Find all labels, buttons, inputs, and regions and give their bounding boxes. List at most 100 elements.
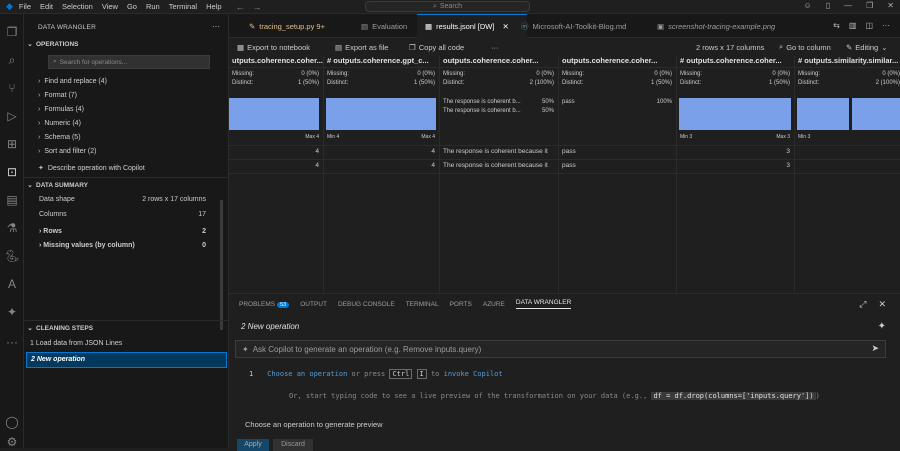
- tab-output[interactable]: OUTPUT: [300, 301, 327, 308]
- grid-column[interactable]: utputs.coherence.coher... Missing: 0 (0%)…: [229, 56, 324, 306]
- copy-code-button[interactable]: ❐ Copy all code: [409, 43, 464, 52]
- table-cell[interactable]: 4: [431, 162, 435, 169]
- column-header[interactable]: outputs.coherence.coher...: [440, 56, 558, 68]
- menu-selection[interactable]: Selection: [62, 2, 93, 11]
- sidebar-more-icon[interactable]: ···: [212, 22, 220, 31]
- operation-sort-filter[interactable]: › Sort and filter (2): [38, 148, 96, 155]
- azure-icon[interactable]: A: [4, 276, 20, 292]
- column-header[interactable]: # outputs.similarity.similar...: [795, 56, 900, 68]
- operation-find-replace[interactable]: › Find and replace (4): [38, 78, 107, 85]
- command-center-search[interactable]: ⌕ Search: [365, 1, 530, 12]
- menu-terminal[interactable]: Terminal: [169, 2, 197, 11]
- cleaning-step-load[interactable]: 1 Load data from JSON Lines: [30, 340, 122, 347]
- remote-icon[interactable]: ▤: [4, 192, 20, 208]
- search-icon[interactable]: ⌕: [4, 52, 20, 68]
- table-cell[interactable]: The response is coherent because it: [443, 148, 548, 155]
- tab-problems[interactable]: PROBLEMS 53: [239, 301, 290, 308]
- operation-format[interactable]: › Format (7): [38, 92, 77, 99]
- table-cell[interactable]: 4: [315, 148, 319, 155]
- table-cell[interactable]: 3: [786, 162, 790, 169]
- tab-blog-md[interactable]: ⓜ Microsoft-AI-Toolkit-Blog.md: [513, 14, 653, 38]
- ai-toolkit-icon[interactable]: ✦: [4, 304, 20, 320]
- tab-screenshot-png[interactable]: ▣ screenshot-tracing-example.png: [649, 14, 797, 38]
- operation-formulas[interactable]: › Formulas (4): [38, 106, 84, 113]
- code-line-1[interactable]: 1 Choose an operation or press Ctrl I to …: [249, 369, 503, 379]
- back-arrow-icon[interactable]: ←: [236, 2, 245, 12]
- split-editor-icon[interactable]: ◫: [865, 21, 873, 30]
- discard-button[interactable]: Discard: [273, 439, 313, 451]
- maximize-panel-icon[interactable]: ⤢: [859, 299, 866, 310]
- export-file-button[interactable]: ▤ Export as file: [335, 43, 388, 52]
- close-icon[interactable]: ✕: [887, 1, 894, 10]
- restore-icon[interactable]: ❐: [866, 1, 873, 10]
- tab-ports[interactable]: PORTS: [450, 301, 472, 308]
- minimize-icon[interactable]: —: [844, 1, 852, 10]
- copilot-sparkle-icon[interactable]: ✦: [878, 321, 886, 332]
- send-icon[interactable]: ➤: [871, 343, 879, 354]
- testing-icon[interactable]: ⚗: [4, 220, 20, 236]
- table-cell[interactable]: pass: [562, 162, 576, 169]
- grid-column[interactable]: # outputs.coherence.gpt_c... Missing: 0 (…: [324, 56, 440, 306]
- close-icon[interactable]: ✕: [502, 22, 508, 31]
- export-notebook-button[interactable]: ▦ Export to notebook: [237, 43, 310, 52]
- data-wrangler-icon[interactable]: ⊡: [4, 164, 20, 180]
- cleaning-step-selected[interactable]: 2 New operation: [26, 352, 227, 368]
- more-actions-icon[interactable]: ···: [882, 21, 890, 30]
- extensions-icon[interactable]: ⊞: [4, 136, 20, 152]
- more-icon[interactable]: ···: [4, 334, 20, 350]
- column-header[interactable]: # outputs.coherence.coher...: [677, 56, 794, 68]
- copilot-icon[interactable]: ☺: [804, 1, 812, 10]
- menu-edit[interactable]: Edit: [40, 2, 53, 11]
- source-control-icon[interactable]: ⑂: [4, 80, 20, 96]
- table-cell[interactable]: The response is coherent because it: [443, 162, 548, 169]
- cleaning-steps-section-header[interactable]: ⌄ CLEANING STEPS: [24, 324, 229, 332]
- menu-go[interactable]: Go: [127, 2, 137, 11]
- data-summary-section-header[interactable]: ⌄ DATA SUMMARY: [24, 181, 229, 189]
- tab-data-wrangler[interactable]: DATA WRANGLER: [515, 299, 572, 309]
- menu-view[interactable]: View: [102, 2, 118, 11]
- operation-numeric[interactable]: › Numeric (4): [38, 120, 81, 127]
- panel-toggle-icon[interactable]: ▥: [849, 21, 857, 30]
- rows-row[interactable]: › Rows 2: [39, 228, 206, 235]
- editing-mode-dropdown[interactable]: ✎ Editing ⌄: [846, 43, 888, 52]
- table-cell[interactable]: 4: [315, 162, 319, 169]
- copilot-prompt-input[interactable]: ✦ Ask Copilot to generate an operation (…: [235, 340, 886, 358]
- tab-debug-console[interactable]: DEBUG CONSOLE: [338, 301, 395, 308]
- python-icon[interactable]: 🐍︎: [4, 248, 20, 264]
- sidebar-scrollbar[interactable]: [220, 200, 223, 330]
- grid-column[interactable]: outputs.coherence.coher... Missing: 0 (0%…: [440, 56, 559, 306]
- section-divider: [24, 320, 229, 321]
- describe-operation-copilot[interactable]: ✦ Describe operation with Copilot: [38, 164, 145, 172]
- tab-terminal[interactable]: TERMINAL: [406, 301, 439, 308]
- menu-file[interactable]: File: [19, 2, 31, 11]
- tab-results-jsonl[interactable]: ▦ results.jsonl [DW] ✕: [417, 14, 527, 38]
- table-cell[interactable]: 4: [431, 148, 435, 155]
- explorer-icon[interactable]: ❐: [4, 24, 20, 40]
- table-cell[interactable]: 3: [786, 148, 790, 155]
- column-header[interactable]: utputs.coherence.coher...: [229, 56, 323, 68]
- menu-help[interactable]: Help: [206, 2, 221, 11]
- more-toolbar-button[interactable]: ···: [491, 43, 499, 52]
- open-changes-icon[interactable]: ⇆: [833, 21, 840, 30]
- go-to-column-button[interactable]: ⌕ Go to column: [779, 42, 831, 52]
- operations-section-header[interactable]: ⌄ OPERATIONS: [24, 40, 229, 48]
- choose-operation-link[interactable]: Choose an operation: [267, 370, 347, 378]
- close-panel-icon[interactable]: ✕: [878, 299, 886, 310]
- column-header[interactable]: # outputs.coherence.gpt_c...: [324, 56, 439, 68]
- layout-icon[interactable]: ▯: [826, 1, 830, 10]
- operation-schema[interactable]: › Schema (5): [38, 134, 81, 141]
- run-debug-icon[interactable]: ▷: [4, 108, 20, 124]
- tab-azure[interactable]: AZURE: [483, 301, 505, 308]
- missing-values-row[interactable]: › Missing values (by column) 0: [39, 242, 206, 249]
- grid-column[interactable]: # outputs.coherence.coher... Missing: 0 (…: [677, 56, 795, 306]
- invoke-copilot-link[interactable]: invoke Copilot: [444, 370, 503, 378]
- column-header[interactable]: outputs.coherence.coher...: [559, 56, 676, 68]
- grid-column[interactable]: # outputs.similarity.similar... Missing:…: [795, 56, 900, 306]
- forward-arrow-icon[interactable]: →: [253, 2, 262, 12]
- account-icon[interactable]: ◯: [4, 414, 20, 430]
- operations-search-input[interactable]: ⌕ Search for operations...: [48, 55, 210, 69]
- menu-run[interactable]: Run: [146, 2, 160, 11]
- apply-button[interactable]: Apply: [237, 439, 269, 451]
- grid-column[interactable]: outputs.coherence.coher... Missing: 0 (0%…: [559, 56, 677, 306]
- table-cell[interactable]: pass: [562, 148, 576, 155]
